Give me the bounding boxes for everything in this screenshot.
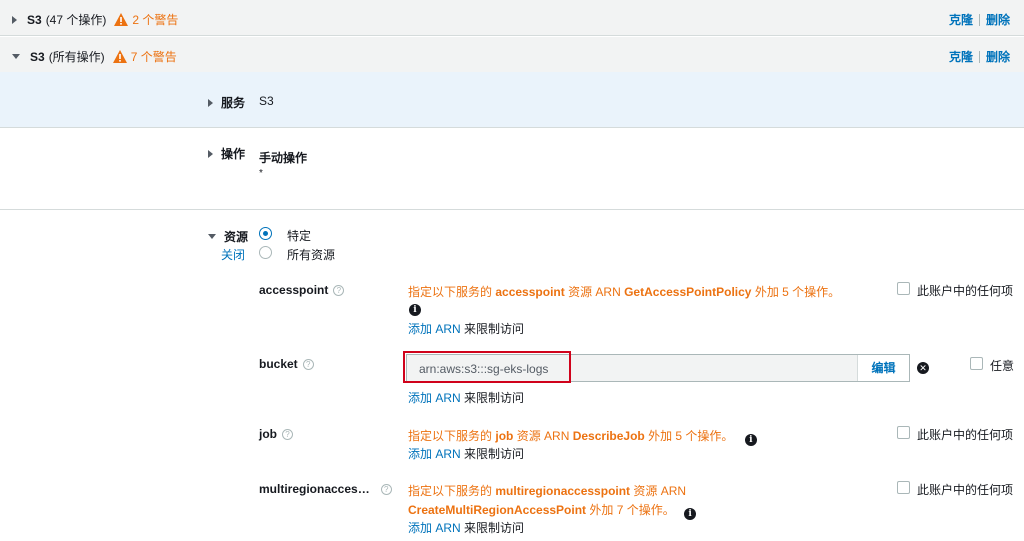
caret-right-icon — [12, 15, 17, 24]
help-icon[interactable]: ? — [302, 358, 314, 370]
section-header-s3-all[interactable]: S3 (所有操作) 7 个警告 克隆 删除 — [0, 37, 1024, 73]
help-icon[interactable]: ? — [333, 284, 345, 296]
restrict-text: 来限制访问 — [464, 447, 525, 461]
divider — [978, 50, 980, 63]
help-icon[interactable]: ? — [282, 428, 293, 440]
resources-toggle[interactable]: 资源 — [208, 228, 248, 245]
actions-label: 操作 — [221, 147, 246, 161]
restrict-text: 来限制访问 — [464, 521, 525, 535]
service-row: 服务 S3 — [0, 72, 1024, 128]
any-in-account-checkbox[interactable] — [897, 481, 910, 494]
accesspoint-message: 指定以下服务的 accesspoint 资源 ARN GetAccessPoin… — [408, 285, 841, 299]
remove-icon[interactable]: ✕ — [917, 362, 929, 374]
divider — [978, 13, 980, 26]
any-in-account-label: 此账户中的任何项 — [917, 284, 1014, 298]
section-title[interactable]: S3 (所有操作) 7 个警告 — [12, 48, 177, 65]
multiregion-message-line2: CreateMultiRegionAccessPoint 外加 7 个操作。 i — [408, 501, 697, 520]
radio-all-resources-label: 所有资源 — [287, 248, 336, 262]
warning-count-link[interactable]: 7 个警告 — [131, 48, 177, 65]
caret-down-icon — [12, 54, 20, 59]
add-arn-link[interactable]: 添加 ARN — [408, 322, 461, 336]
resource-name: job — [259, 427, 277, 441]
caret-down-icon — [208, 234, 216, 239]
section-service-name: S3 — [27, 12, 42, 27]
add-arn-link[interactable]: 添加 ARN — [408, 447, 461, 461]
info-icon[interactable]: i — [744, 434, 757, 446]
any-in-account-label: 此账户中的任何项 — [917, 483, 1014, 497]
resource-bucket: bucket ? — [259, 357, 314, 371]
any-in-account-checkbox[interactable] — [897, 426, 910, 439]
edit-button[interactable]: 编辑 — [857, 355, 909, 381]
any-checkbox[interactable] — [970, 357, 983, 370]
multiregion-message-line1: 指定以下服务的 multiregionaccesspoint 资源 ARN — [408, 484, 687, 498]
any-label: 任意 — [990, 359, 1015, 373]
help-icon[interactable]: ? — [380, 483, 392, 495]
actions-row: 操作 手动操作 * — [0, 128, 1024, 210]
info-icon[interactable]: i — [684, 508, 697, 520]
restrict-text: 来限制访问 — [464, 391, 525, 405]
actions-value: 手动操作 — [259, 151, 308, 165]
restrict-text: 来限制访问 — [464, 322, 525, 336]
section-action-count: (47 个操作) — [45, 13, 107, 27]
service-label: 服务 — [221, 96, 246, 110]
radio-specific[interactable] — [259, 227, 272, 240]
service-value: S3 — [259, 94, 274, 108]
delete-link[interactable]: 删除 — [986, 48, 1010, 65]
section-header-s3-47[interactable]: S3 (47 个操作) 2 个警告 克隆 删除 — [0, 0, 1024, 36]
add-arn-link[interactable]: 添加 ARN — [408, 391, 461, 405]
highlight-box — [403, 351, 571, 383]
warning-icon — [114, 13, 129, 26]
radio-all-resources[interactable] — [259, 246, 272, 259]
actions-wildcard: * — [259, 168, 263, 179]
resources-label: 资源 — [224, 230, 249, 244]
add-arn-link[interactable]: 添加 ARN — [408, 521, 461, 535]
resource-name: accesspoint — [259, 283, 329, 297]
radio-specific-label: 特定 — [287, 229, 312, 243]
resource-multiregionaccesspoint: multiregionacces… ? — [259, 482, 392, 496]
add-arn-row: 添加 ARN 来限制访问 — [408, 445, 524, 462]
any-in-account-label: 此账户中的任何项 — [917, 428, 1014, 442]
clone-link[interactable]: 克隆 — [949, 48, 973, 65]
resource-accesspoint: accesspoint ? — [259, 283, 345, 297]
any-in-account-checkbox[interactable] — [897, 282, 910, 295]
warning-count-link[interactable]: 2 个警告 — [132, 11, 178, 28]
clone-link[interactable]: 克隆 — [949, 11, 973, 28]
add-arn-row: 添加 ARN 来限制访问 — [408, 320, 524, 337]
section-actions: 克隆 删除 — [949, 11, 1010, 28]
section-service-name: S3 — [30, 49, 45, 64]
actions-toggle[interactable]: 操作 — [208, 145, 245, 162]
caret-right-icon — [208, 98, 213, 107]
warning-icon — [112, 50, 127, 63]
service-toggle[interactable]: 服务 — [208, 94, 245, 111]
resource-name: multiregionacces… — [259, 482, 370, 496]
resources-close-link[interactable]: 关闭 — [221, 246, 245, 263]
section-actions: 克隆 删除 — [949, 48, 1010, 65]
section-title[interactable]: S3 (47 个操作) 2 个警告 — [12, 11, 178, 28]
info-icon[interactable]: i — [409, 304, 421, 316]
section-action-count: (所有操作) — [48, 50, 105, 64]
resource-name: bucket — [259, 357, 298, 371]
add-arn-row: 添加 ARN 来限制访问 — [408, 389, 524, 406]
resource-job: job ? — [259, 427, 293, 441]
add-arn-row: 添加 ARN 来限制访问 — [408, 519, 524, 536]
delete-link[interactable]: 删除 — [986, 11, 1010, 28]
caret-right-icon — [208, 149, 213, 158]
job-message: 指定以下服务的 job 资源 ARN DescribeJob 外加 5 个操作。… — [408, 427, 757, 446]
